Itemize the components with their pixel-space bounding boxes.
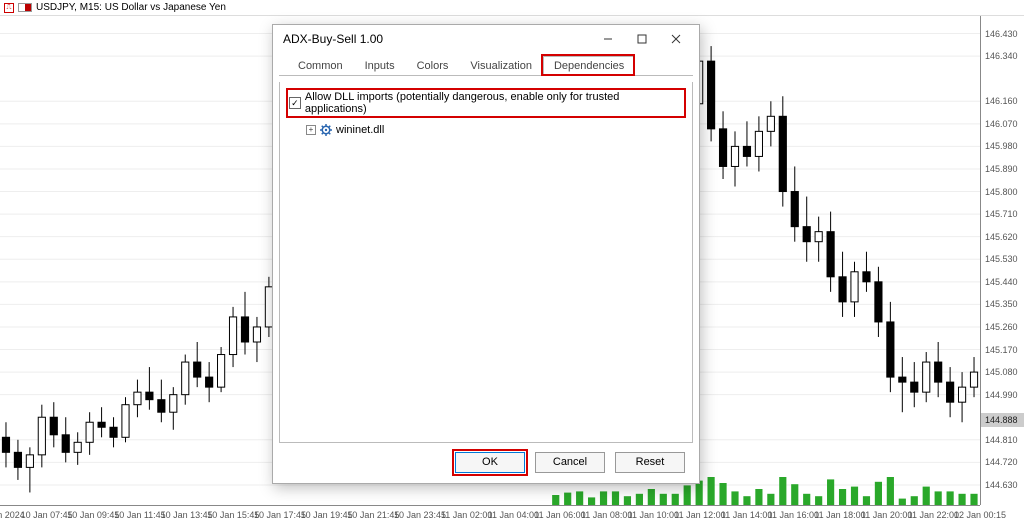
- time-tick: 11 Jan 16:00: [768, 510, 819, 520]
- time-tick: 10 Jan 19:45: [301, 510, 353, 520]
- tree-expander-icon[interactable]: +: [306, 125, 316, 135]
- time-tick: 11 Jan 02:00: [441, 510, 492, 520]
- tree-item-label: wininet.dll: [336, 124, 384, 136]
- price-tick: 145.980: [985, 141, 1018, 151]
- dialog-footer: OK Cancel Reset: [273, 449, 699, 483]
- chart-title: USDJPY, M15: US Dollar vs Japanese Yen: [36, 2, 226, 13]
- dialog-titlebar[interactable]: ADX-Buy-Sell 1.00: [273, 25, 699, 53]
- price-tick: 146.340: [985, 51, 1018, 61]
- dependencies-panel: ✓ Allow DLL imports (potentially dangero…: [279, 82, 693, 443]
- price-tick: 144.990: [985, 390, 1018, 400]
- time-tick: 10 Jan 23:45: [394, 510, 446, 520]
- tab-visualization[interactable]: Visualization: [459, 56, 543, 76]
- time-tick: 10 Jan 13:45: [161, 510, 213, 520]
- time-tick: 11 Jan 10:00: [628, 510, 679, 520]
- time-tick: 11 Jan 18:00: [814, 510, 865, 520]
- time-tick: 11 Jan 08:00: [581, 510, 632, 520]
- ok-button[interactable]: OK: [455, 452, 525, 473]
- time-tick: 11 Jan 12:00: [674, 510, 725, 520]
- time-tick: 11 Jan 20:00: [861, 510, 912, 520]
- allow-dll-label: Allow DLL imports (potentially dangerous…: [305, 91, 680, 115]
- time-tick: 10 Jan 15:45: [207, 510, 259, 520]
- flag-icon: [18, 3, 32, 12]
- dependency-tree-item[interactable]: + wininet.dll: [286, 124, 686, 136]
- tab-inputs[interactable]: Inputs: [354, 56, 406, 76]
- price-tick: 145.080: [985, 367, 1018, 377]
- time-tick: 11 Jan 14:00: [721, 510, 772, 520]
- ea-properties-dialog: ADX-Buy-Sell 1.00 CommonInputsColorsVisu…: [272, 24, 700, 484]
- price-tick: 145.440: [985, 277, 1018, 287]
- price-tick: 145.530: [985, 254, 1018, 264]
- time-tick: 11 Jan 04:00: [488, 510, 539, 520]
- price-tick: 145.800: [985, 187, 1018, 197]
- time-tick: 12 Jan 00:15: [954, 510, 1006, 520]
- reset-button[interactable]: Reset: [615, 452, 685, 473]
- close-button[interactable]: [659, 25, 693, 53]
- gear-icon: [320, 124, 332, 136]
- price-tick: 145.350: [985, 299, 1018, 309]
- time-tick: 10 Jan 17:45: [254, 510, 306, 520]
- minimize-button[interactable]: [591, 25, 625, 53]
- price-tick: 146.070: [985, 119, 1018, 129]
- price-tick: 145.260: [985, 322, 1018, 332]
- price-tick: 145.710: [985, 209, 1018, 219]
- time-tick: 10 Jan 07:45: [21, 510, 73, 520]
- tab-dependencies[interactable]: Dependencies: [543, 56, 635, 76]
- chart-header: ⎍ USDJPY, M15: US Dollar vs Japanese Yen: [0, 0, 1024, 16]
- price-tick: 144.630: [985, 480, 1018, 490]
- time-axis: 10 Jan 202410 Jan 07:4510 Jan 09:4510 Ja…: [0, 505, 980, 521]
- time-tick: 10 Jan 21:45: [347, 510, 399, 520]
- cancel-button[interactable]: Cancel: [535, 452, 605, 473]
- maximize-button[interactable]: [625, 25, 659, 53]
- price-tick: 145.890: [985, 164, 1018, 174]
- allow-dll-row[interactable]: ✓ Allow DLL imports (potentially dangero…: [286, 88, 686, 118]
- dialog-title: ADX-Buy-Sell 1.00: [283, 32, 383, 46]
- price-tick: 145.170: [985, 345, 1018, 355]
- allow-dll-checkbox[interactable]: ✓: [289, 97, 301, 109]
- price-current-marker: 144.888: [981, 413, 1024, 427]
- tab-colors[interactable]: Colors: [406, 56, 460, 76]
- price-axis: 144.888 146.430 146.340 146.160 146.070 145.…: [980, 16, 1024, 505]
- time-tick: 11 Jan 22:00: [908, 510, 959, 520]
- price-tick: 146.160: [985, 96, 1018, 106]
- price-tick: 145.620: [985, 232, 1018, 242]
- tab-common[interactable]: Common: [287, 56, 354, 76]
- chart-icon: ⎍: [4, 3, 14, 13]
- price-tick: 144.720: [985, 457, 1018, 467]
- dialog-tabs: CommonInputsColorsVisualizationDependenc…: [279, 53, 693, 76]
- price-tick: 144.810: [985, 435, 1018, 445]
- price-tick: 146.430: [985, 29, 1018, 39]
- time-tick: 10 Jan 11:45: [114, 510, 165, 520]
- time-tick: 10 Jan 09:45: [67, 510, 119, 520]
- time-tick: 11 Jan 06:00: [534, 510, 585, 520]
